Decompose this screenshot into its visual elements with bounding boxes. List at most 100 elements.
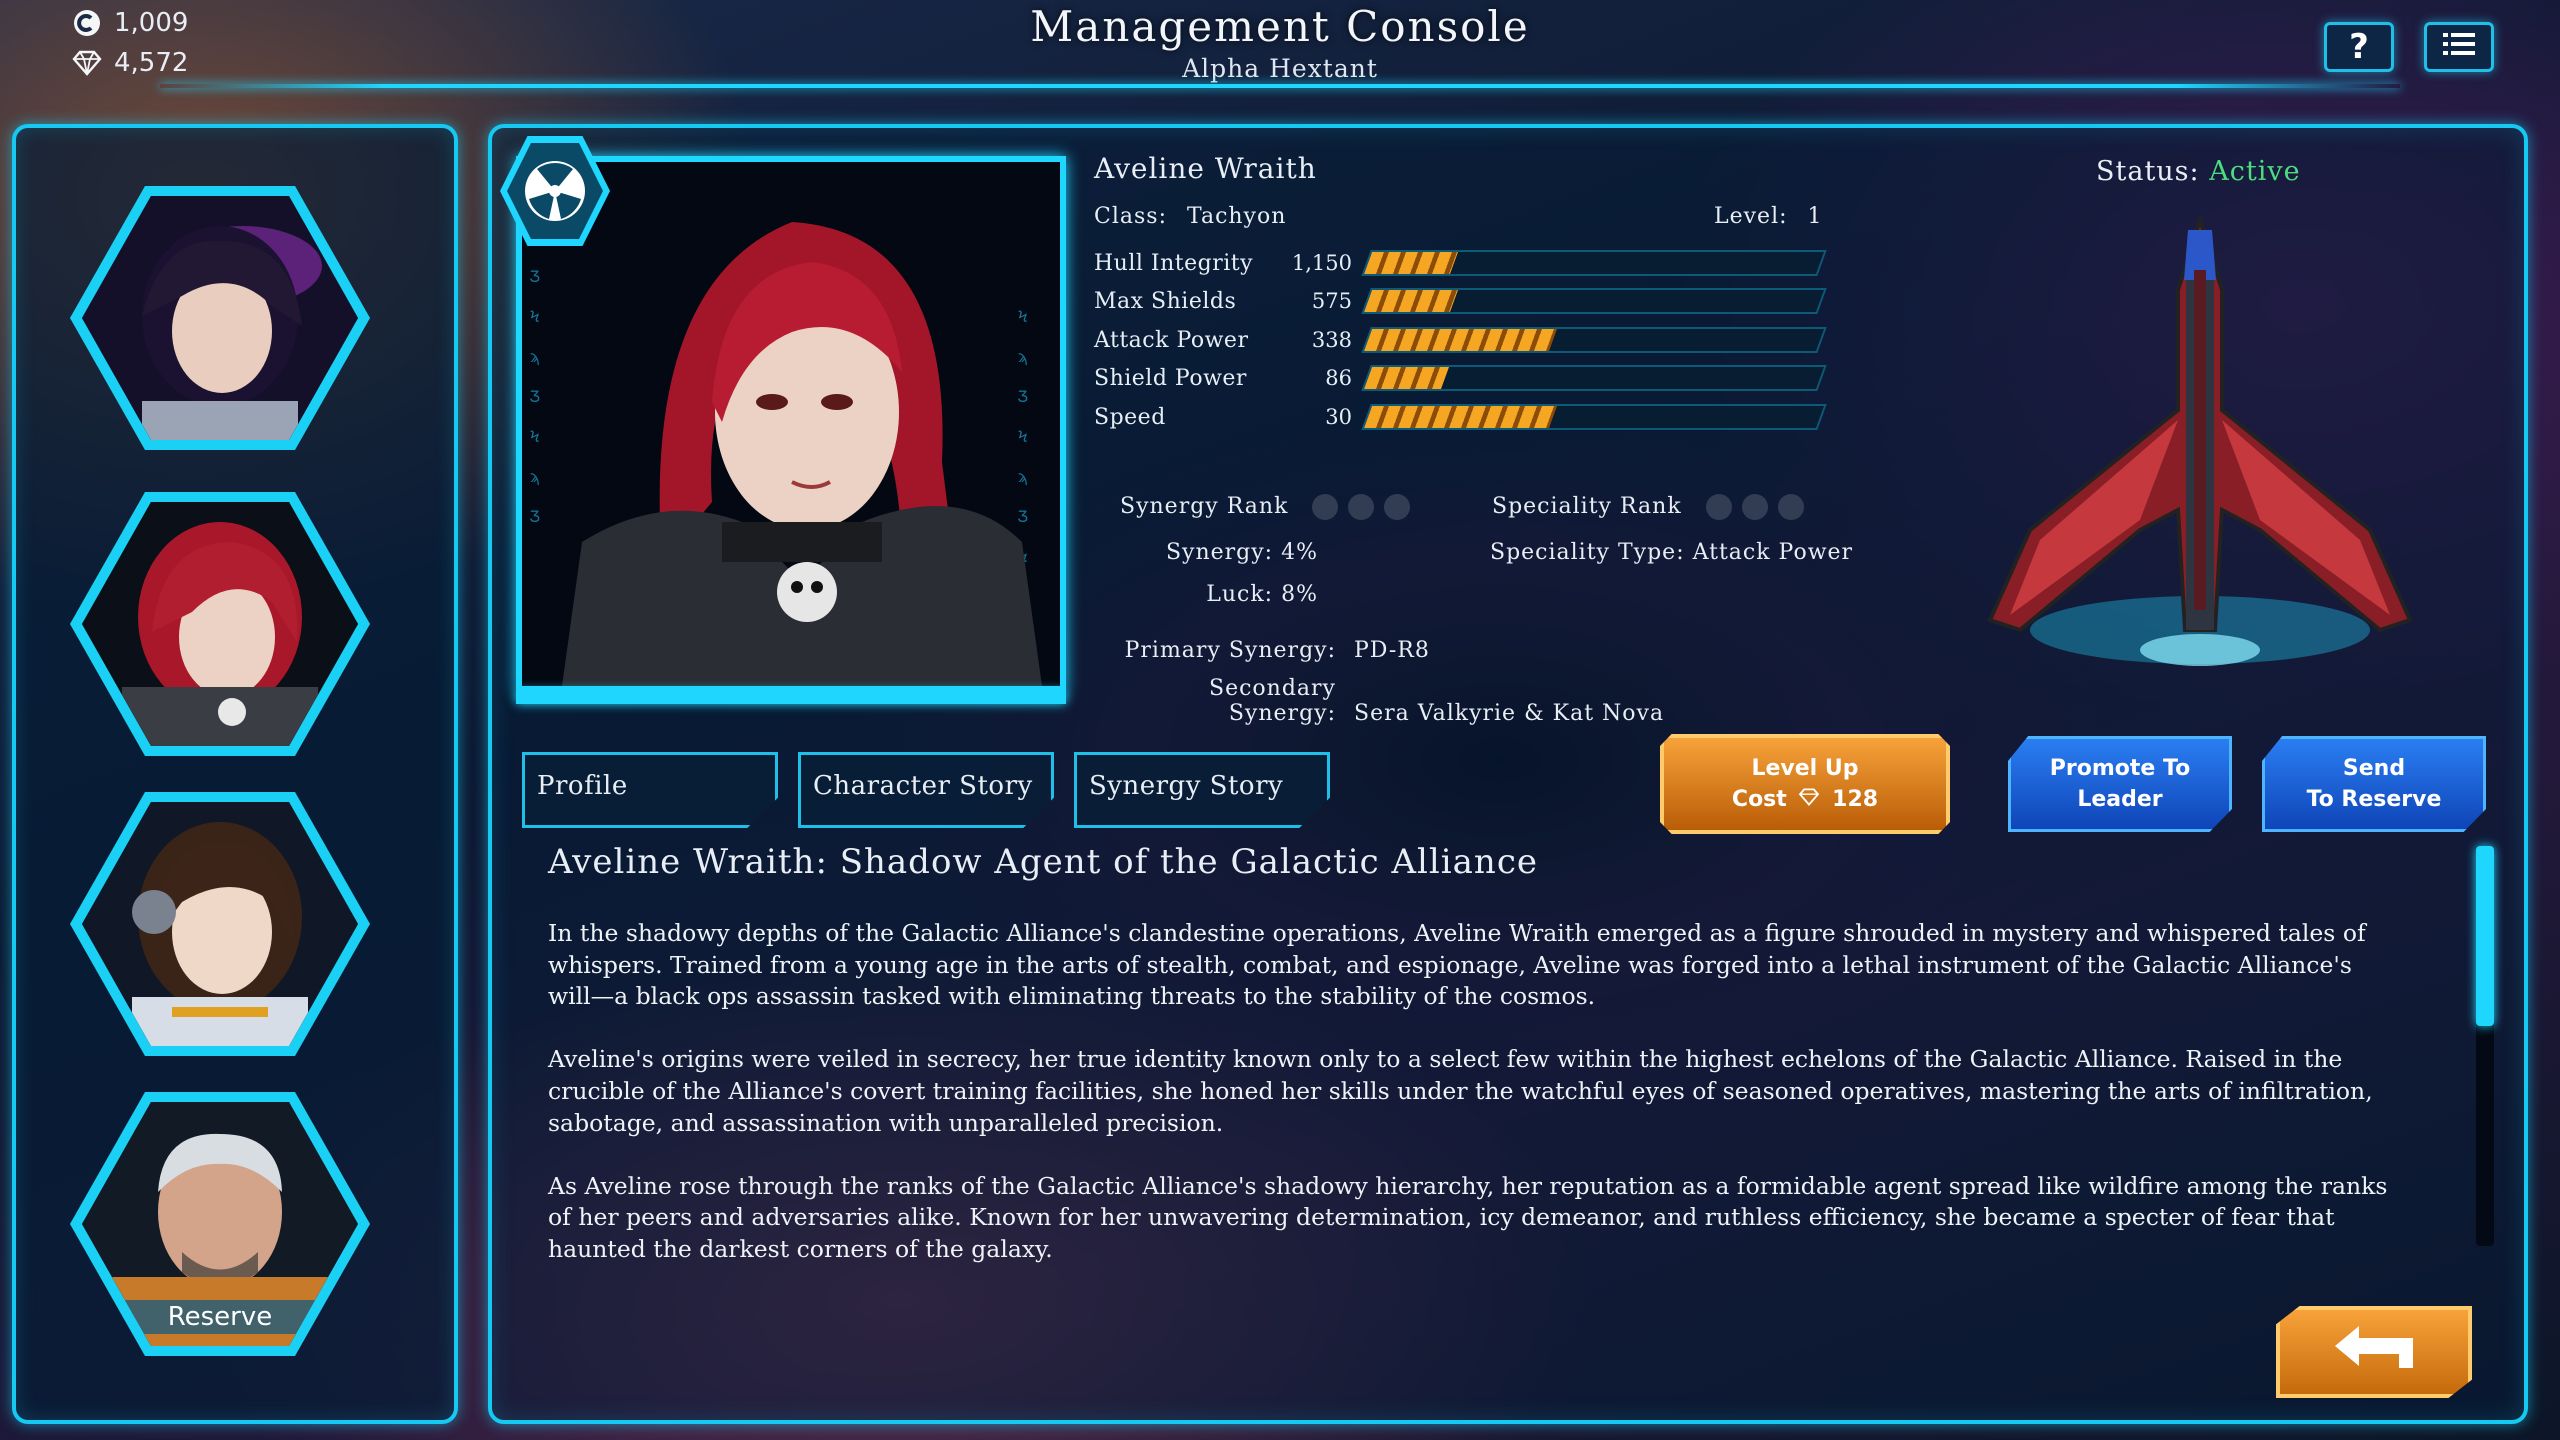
speciality-type-value: Attack Power [1692,540,1854,565]
stat-bar-fill [1363,290,1458,312]
svg-text:Ʒ: Ʒ [1018,387,1028,406]
secondary-synergy-label: Secondary Synergy: [1209,676,1336,726]
stat-value: 30 [1325,405,1352,429]
level-label: Level: [1714,204,1788,229]
stat-bar-fill [1363,252,1458,274]
stat-bar [1361,250,1827,276]
speciality-rank-row: Speciality Rank [1492,494,1804,520]
stat-bar-fill [1363,329,1558,351]
synergy-rank-dots [1312,494,1411,520]
svg-text:ϡ: ϡ [530,467,540,486]
help-button[interactable]: ? [2324,22,2394,72]
stat-value: 86 [1325,366,1352,390]
roster-slot-2[interactable] [70,492,370,756]
promote-line-2: Leader [2077,787,2163,812]
stat-label: Hull Integrity [1094,250,1254,276]
speciality-rank-dots [1705,494,1804,520]
stat-bar-fill [1363,367,1449,389]
story-title: Aveline Wraith: Shadow Agent of the Gala… [548,842,1538,882]
synergy-value: 4% [1281,540,1318,565]
header-divider [160,84,2400,88]
send-to-reserve-button[interactable]: Send To Reserve [2262,736,2486,832]
class-label: Class: [1094,204,1167,229]
level-value: 1 [1807,204,1823,229]
stat-row-shield-power: Shield Power 86 [1094,363,1827,393]
secondary-synergy-row: Secondary Synergy: Sera Valkyrie & Kat N… [1100,676,1664,726]
status-row: Status: Active [2096,156,2301,187]
stat-value: 575 [1311,289,1352,313]
roster-slot-1[interactable] [70,186,370,450]
page-subtitle: Alpha Hextant [1182,54,1378,83]
story-paragraph: Aveline's origins were veiled in secrecy… [548,1045,2373,1137]
stat-value: 338 [1311,328,1352,352]
synergy-rank-row: Synergy Rank [1120,494,1411,520]
primary-synergy-label: Primary Synergy: [1124,638,1336,663]
tab-character-story-label: Character Story [813,771,1033,801]
status-value: Active [2209,156,2301,187]
menu-list-icon [2441,27,2477,67]
tab-profile-label: Profile [537,771,628,801]
luck-label: Luck: [1206,582,1274,607]
secondary-synergy-value: Sera Valkyrie & Kat Nova [1354,701,1665,726]
rank-dot [1705,494,1732,520]
menu-button[interactable] [2424,22,2494,72]
luck-value: 8% [1281,582,1318,607]
roster-slot-4[interactable]: Reserve [70,1092,370,1356]
speciality-type-label: Speciality Type: [1490,540,1685,565]
stat-row-shields: Max Shields 575 [1094,286,1827,316]
svg-text:ϡ: ϡ [530,347,540,366]
svg-text:Ʒ: Ʒ [530,507,540,526]
stat-row-speed: Speed 30 [1094,402,1827,432]
roster-slot-3[interactable] [70,792,370,1056]
svg-text:ϡ: ϡ [1018,467,1028,486]
svg-text:Ϟ: Ϟ [1018,307,1028,326]
reserve-line-1: Send [2342,756,2406,781]
svg-text:Ʒ: Ʒ [1018,507,1028,526]
primary-synergy-row: Primary Synergy: PD-R8 [1100,638,1430,663]
speciality-rank-label: Speciality Rank [1492,494,1682,519]
stat-row-attack: Attack Power 338 [1094,325,1827,355]
stat-bar-fill [1363,406,1558,428]
portrait-underline [516,690,1066,704]
svg-text:Ʒ: Ʒ [530,387,540,406]
story-text: In the shadowy depths of the Galactic Al… [548,918,2388,1297]
level-up-cost-value: 128 [1832,786,1879,812]
rank-dot [1384,494,1411,520]
level-up-cost-label: Cost [1731,786,1787,812]
class-row: Class: Tachyon [1094,204,1286,229]
tab-character-story[interactable]: Character Story [798,752,1054,828]
back-arrow-icon [2329,1320,2419,1384]
promote-to-leader-button[interactable]: Promote To Leader [2008,736,2232,832]
primary-synergy-value: PD-R8 [1354,638,1430,663]
stat-bar [1361,288,1827,314]
help-icon: ? [2349,27,2369,67]
svg-text:Ϟ: Ϟ [530,307,540,326]
svg-text:Ϟ: Ϟ [530,427,540,446]
stat-label: Shield Power [1094,365,1247,391]
reserve-line-2: To Reserve [2306,787,2442,812]
rank-dot [1741,494,1768,520]
level-row: Level: 1 [1714,204,1823,229]
story-paragraph: In the shadowy depths of the Galactic Al… [548,919,2366,1011]
tab-synergy-story-label: Synergy Story [1089,771,1284,801]
synergy-row: Synergy: 4% [1120,540,1318,565]
tab-synergy-story[interactable]: Synergy Story [1074,752,1330,828]
stat-bar [1361,404,1827,430]
svg-text:ϡ: ϡ [1018,347,1028,366]
tab-profile[interactable]: Profile [522,752,778,828]
level-up-cost: Cost 128 [1732,784,1878,816]
story-scrollbar-thumb[interactable] [2476,846,2494,1026]
rank-dot [1348,494,1375,520]
svg-text:Ϟ: Ϟ [1018,427,1028,446]
character-portrait: ƷϞϡƷϞϡƷ ϞϡƷϞϡƷϞ [516,156,1066,692]
level-up-label: Level Up [1751,755,1859,781]
level-up-button[interactable]: Level Up Cost 128 [1660,734,1950,834]
page-title: Management Console [1030,2,1530,51]
stat-label: Max Shields [1094,288,1237,314]
synergy-rank-label: Synergy Rank [1120,494,1289,519]
story-paragraph: As Aveline rose through the ranks of the… [548,1171,2388,1263]
back-button[interactable] [2276,1306,2472,1398]
synergy-label: Synergy: [1165,540,1274,565]
stat-row-hull: Hull Integrity 1,150 [1094,248,1827,278]
stat-bar [1361,365,1827,391]
